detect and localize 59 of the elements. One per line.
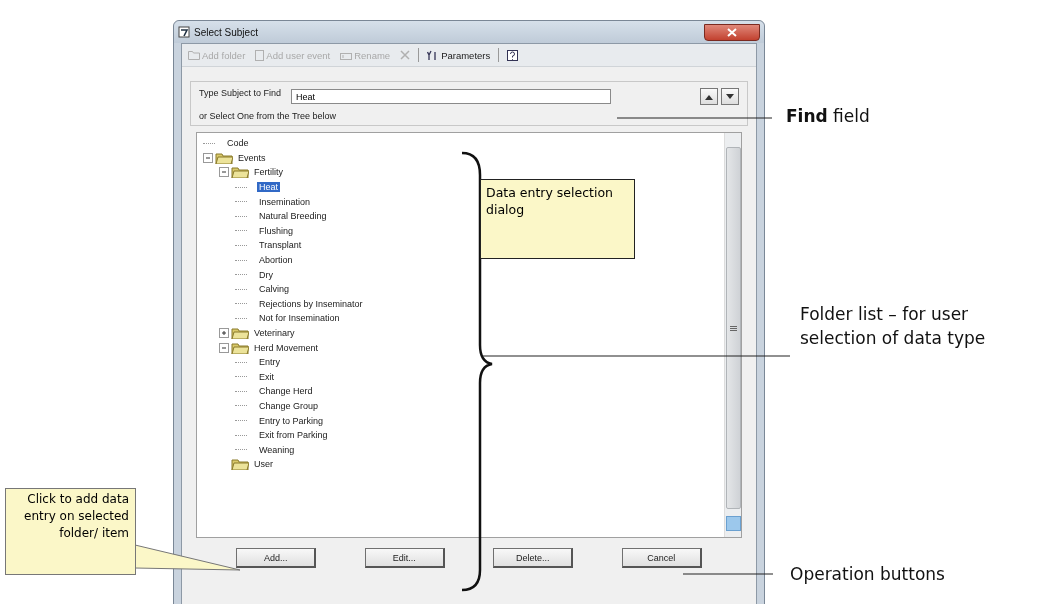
tree-item[interactable]: Insemination <box>257 196 313 207</box>
tree-item[interactable]: Natural Breeding <box>257 211 329 222</box>
tree-item[interactable]: Calving <box>257 284 291 295</box>
tree-item[interactable]: Rejections by Inseminator <box>257 298 365 309</box>
rename-icon <box>340 50 353 60</box>
tree-item[interactable]: Herd Movement <box>252 342 321 353</box>
callout-box: Click to add data entry on selected folder/ item <box>5 488 136 575</box>
dialog-button[interactable]: Cancel <box>621 548 702 568</box>
folder-list-annotation: Folder list – for user selection of data type <box>800 303 987 350</box>
scroll-bar[interactable] <box>724 133 741 537</box>
tree-item[interactable]: Transplant <box>257 240 304 251</box>
find-down-button[interactable] <box>721 88 739 105</box>
tree-item[interactable]: Heat <box>257 182 280 193</box>
find-up-button[interactable] <box>700 88 718 105</box>
toolbar-button[interactable]: Parameters <box>425 49 493 61</box>
folder-icon <box>188 50 200 60</box>
find-field-annotation: Find field <box>786 106 870 126</box>
window-title: Select Subject <box>194 26 258 38</box>
tree-item[interactable]: Entry to Parking <box>257 415 326 426</box>
find-field[interactable]: Heat <box>291 89 612 104</box>
tree-item[interactable]: Events <box>236 152 268 163</box>
tree-item[interactable]: User <box>252 459 275 470</box>
operation-buttons-annotation: Operation buttons <box>790 564 945 584</box>
find-label: Type Subject to Find <box>199 88 282 98</box>
down-arrow-icon <box>725 92 735 101</box>
tree-item[interactable]: Exit <box>257 371 276 382</box>
help-icon <box>507 49 519 61</box>
tree-item[interactable]: Flushing <box>257 225 296 236</box>
close-button[interactable] <box>704 23 760 41</box>
find-hint: or Select One from the Tree below <box>199 111 337 121</box>
folder-icon <box>231 166 249 179</box>
close-icon <box>400 50 411 60</box>
tree-item[interactable]: Veterinary <box>252 328 297 338</box>
tree-item[interactable]: Entry <box>257 357 282 368</box>
toolbar-button[interactable] <box>505 49 521 61</box>
tree-item[interactable]: Change Herd <box>257 386 315 397</box>
dialog-button[interactable]: Delete... <box>493 548 574 568</box>
folder-icon <box>231 341 249 354</box>
minus-icon[interactable] <box>203 152 213 163</box>
tree-item[interactable]: Dry <box>257 269 275 280</box>
folder-icon <box>215 151 233 164</box>
tree-item[interactable]: Exit from Parking <box>257 430 330 441</box>
tree-item[interactable]: Change Group <box>257 401 321 411</box>
folder-icon <box>231 327 249 339</box>
note-box: Data entry selection dialog <box>480 179 635 259</box>
folder-icon <box>231 458 249 471</box>
tree-item[interactable]: Abortion <box>257 255 295 266</box>
tree-item[interactable]: Not for Insemination <box>257 313 342 324</box>
tree-item[interactable]: Fertility <box>252 167 285 178</box>
dialog-button[interactable]: Add... <box>236 548 317 568</box>
minus-icon[interactable] <box>219 167 229 178</box>
tree-item[interactable]: Code <box>225 138 251 149</box>
tree-item[interactable]: Weaning <box>257 444 297 455</box>
close-icon <box>727 27 737 37</box>
plus-icon[interactable] <box>219 328 229 338</box>
dialog-button[interactable]: Edit... <box>364 548 445 568</box>
app-icon <box>178 26 190 38</box>
minus-icon[interactable] <box>219 342 229 353</box>
page-icon <box>255 49 265 61</box>
